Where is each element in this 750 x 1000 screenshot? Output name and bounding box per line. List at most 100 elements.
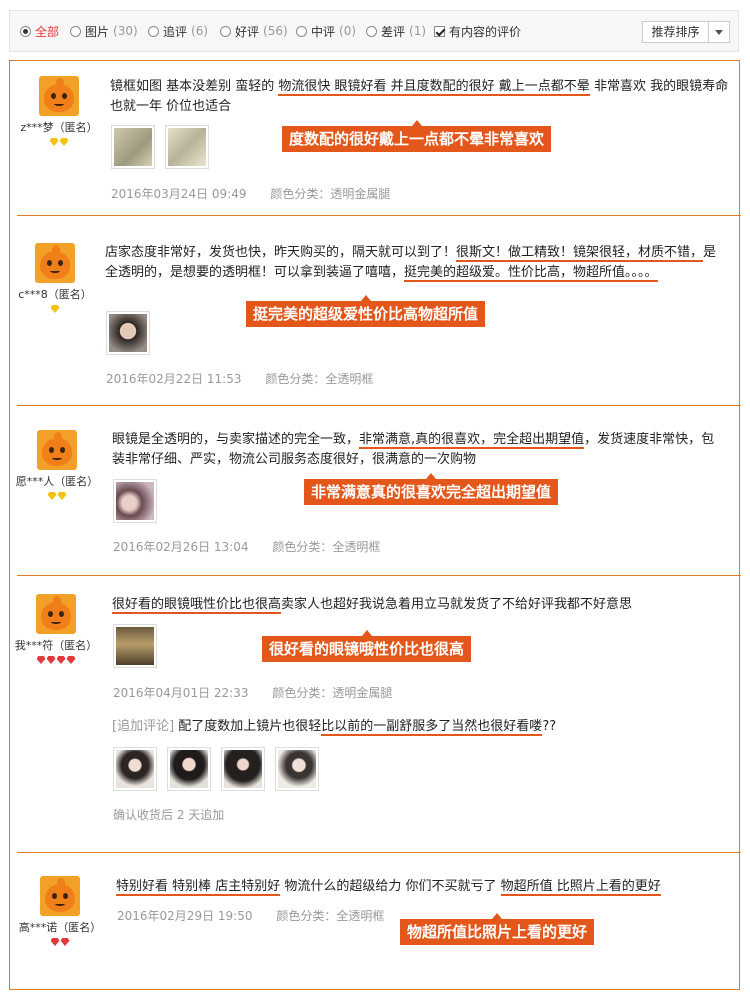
review-photos xyxy=(106,311,150,355)
review-date: 2016年03月24日 09:49 xyxy=(111,187,247,201)
text-part: 卖家人也超好我说急着用立马就发货了不给好评我都不好意思 xyxy=(281,597,633,612)
review-photos xyxy=(111,125,209,169)
color-category: 颜色分类：透明金属腿 xyxy=(270,187,391,201)
sort-dropdown[interactable]: 推荐排序 xyxy=(642,21,730,43)
highlight-callout: 度数配的很好戴上一点都不晕非常喜欢 xyxy=(282,120,552,152)
review-text: 店家态度非常好，发货也快，昨天购买的，隔天就可以到了！很斯文！做工精致！镜架很轻… xyxy=(105,243,725,283)
color-category: 颜色分类：全透明框 xyxy=(272,540,381,554)
highlighted-text: 挺完美的超级爱。性价比高，物超所值。。。。 xyxy=(404,265,658,282)
review-date: 2016年02月29日 19:50 xyxy=(117,909,253,923)
heart-diamond-icon xyxy=(60,938,70,946)
heart-diamond-icon xyxy=(36,656,46,664)
review-meta: 2016年03月24日 09:49 颜色分类：透明金属腿 xyxy=(111,185,390,202)
credit-badges xyxy=(7,305,103,313)
color-category: 颜色分类：透明金属腿 xyxy=(272,686,393,700)
credit-badges xyxy=(8,656,104,664)
photo-thumbnail[interactable] xyxy=(111,125,155,169)
diamond-icon xyxy=(57,492,67,500)
filter-label: 差评 xyxy=(381,24,406,39)
diamond-icon xyxy=(50,305,60,313)
review-photos xyxy=(113,624,157,668)
highlight-callout: 挺完美的超级爱性价比高物超所值 xyxy=(246,295,486,327)
reviewer-name: 愿***人（匿名） xyxy=(15,475,99,488)
photo-thumbnail[interactable] xyxy=(113,624,157,668)
review-date: 2016年04月01日 22:33 xyxy=(113,686,249,700)
reviewer: 愿***人（匿名） xyxy=(9,430,105,500)
appended-review: [追加评论] 配了度数加上镜片也很轻比以前的一副舒服多了当然也很好看喽?? xyxy=(112,717,727,737)
filter-label: 追评 xyxy=(163,24,188,39)
heart-diamond-icon xyxy=(50,938,60,946)
sort-label: 推荐排序 xyxy=(643,22,709,42)
review-text: 很好看的眼镜哦性价比也很高卖家人也超好我说急着用立马就发货了不给好评我都不好意思 xyxy=(112,595,727,615)
review-meta: 2016年02月26日 13:04 颜色分类：全透明框 xyxy=(113,538,380,555)
radio-icon[interactable] xyxy=(366,25,377,37)
photo-thumbnail[interactable] xyxy=(275,747,319,791)
reviewer-name: 高***诺（匿名） xyxy=(18,921,102,934)
filter-positive[interactable]: 好评 (56) xyxy=(220,23,288,39)
photo-thumbnail[interactable] xyxy=(113,747,157,791)
avatar[interactable] xyxy=(40,876,80,916)
divider xyxy=(17,852,741,853)
review-meta: 2016年04月01日 22:33 颜色分类：透明金属腿 xyxy=(113,684,392,701)
photo-thumbnail[interactable] xyxy=(106,311,150,355)
color-category: 颜色分类：全透明框 xyxy=(265,372,374,386)
checkbox-icon[interactable] xyxy=(434,25,445,37)
credit-badges xyxy=(11,138,107,146)
highlighted-text: 非常满意,真的很喜欢，完全超出期望值 xyxy=(359,432,585,449)
filter-label: 好评 xyxy=(235,24,260,39)
review-text: 镜框如图 基本没差别 蛮轻的 物流很快 眼镜好看 并且度数配的很好 戴上一点都不… xyxy=(110,77,730,117)
filter-label: 中评 xyxy=(311,24,336,39)
divider xyxy=(17,575,741,576)
avatar[interactable] xyxy=(37,430,77,470)
highlight-callout: 物超所值比照片上看的更好 xyxy=(400,913,595,945)
filter-label: 全部 xyxy=(35,24,60,39)
review-text: 特别好看 特别棒 店主特别好 物流什么的超级给力 你们不买就亏了 物超所值 比照… xyxy=(116,877,731,897)
reviewer: c***8（匿名） xyxy=(7,243,103,313)
chevron-down-icon[interactable] xyxy=(709,22,729,42)
avatar[interactable] xyxy=(39,76,79,116)
reviewer: 高***诺（匿名） xyxy=(12,876,108,946)
divider xyxy=(17,405,741,406)
photo-thumbnail[interactable] xyxy=(167,747,211,791)
highlighted-text: 特别好看 特别棒 店主特别好 xyxy=(116,879,281,896)
filter-count: (30) xyxy=(113,24,138,38)
highlight-callout: 非常满意真的很喜欢完全超出期望值 xyxy=(304,473,559,505)
photo-thumbnail[interactable] xyxy=(113,479,157,523)
radio-icon[interactable] xyxy=(296,25,307,37)
filter-followup[interactable]: 追评 (6) xyxy=(148,23,208,39)
credit-badges xyxy=(12,938,108,946)
highlighted-text: 很斯文！做工精致！镜架很轻，材质不错， xyxy=(456,245,704,262)
filter-count: (1) xyxy=(409,24,427,38)
radio-icon[interactable] xyxy=(70,25,81,37)
filter-with-content[interactable]: 有内容的评价 xyxy=(434,23,521,39)
reviewer-name: 我***符（匿名） xyxy=(14,639,98,652)
filter-count: (0) xyxy=(339,24,357,38)
filter-negative[interactable]: 差评 (1) xyxy=(366,23,426,39)
diamond-icon xyxy=(59,138,69,146)
text-part: 眼镜是全透明的，与卖家描述的完全一致， xyxy=(112,432,360,447)
filter-images[interactable]: 图片 (30) xyxy=(70,23,138,39)
reviewer-name: z***梦（匿名） xyxy=(20,121,98,134)
heart-diamond-icon xyxy=(56,656,66,664)
photo-thumbnail[interactable] xyxy=(165,125,209,169)
text-part: 镜框如图 基本没差别 蛮轻的 xyxy=(110,79,279,94)
filter-neutral[interactable]: 中评 (0) xyxy=(296,23,356,39)
review-meta: 2016年02月29日 19:50 颜色分类：全透明框 xyxy=(117,907,384,924)
photo-thumbnail[interactable] xyxy=(221,747,265,791)
avatar[interactable] xyxy=(35,243,75,283)
highlighted-text: 物流很快 眼镜好看 并且度数配的很好 戴上一点都不晕 xyxy=(278,79,590,96)
reviewer: z***梦（匿名） xyxy=(11,76,107,146)
radio-icon[interactable] xyxy=(20,25,31,37)
filter-all[interactable]: 全部 xyxy=(20,23,59,39)
radio-icon[interactable] xyxy=(220,25,231,37)
diamond-icon xyxy=(49,138,59,146)
review-photos xyxy=(113,479,157,523)
text-part: 店家态度非常好，发货也快，昨天购买的，隔天就可以到了！ xyxy=(105,245,457,260)
radio-icon[interactable] xyxy=(148,25,159,37)
append-tag: [追加评论] xyxy=(112,719,175,734)
review-meta: 2016年02月22日 11:53 颜色分类：全透明框 xyxy=(106,370,373,387)
review-date: 2016年02月22日 11:53 xyxy=(106,372,242,386)
highlighted-text: 很好看的眼镜哦性价比也很高 xyxy=(112,597,282,614)
review-date: 2016年02月26日 13:04 xyxy=(113,540,249,554)
avatar[interactable] xyxy=(36,594,76,634)
